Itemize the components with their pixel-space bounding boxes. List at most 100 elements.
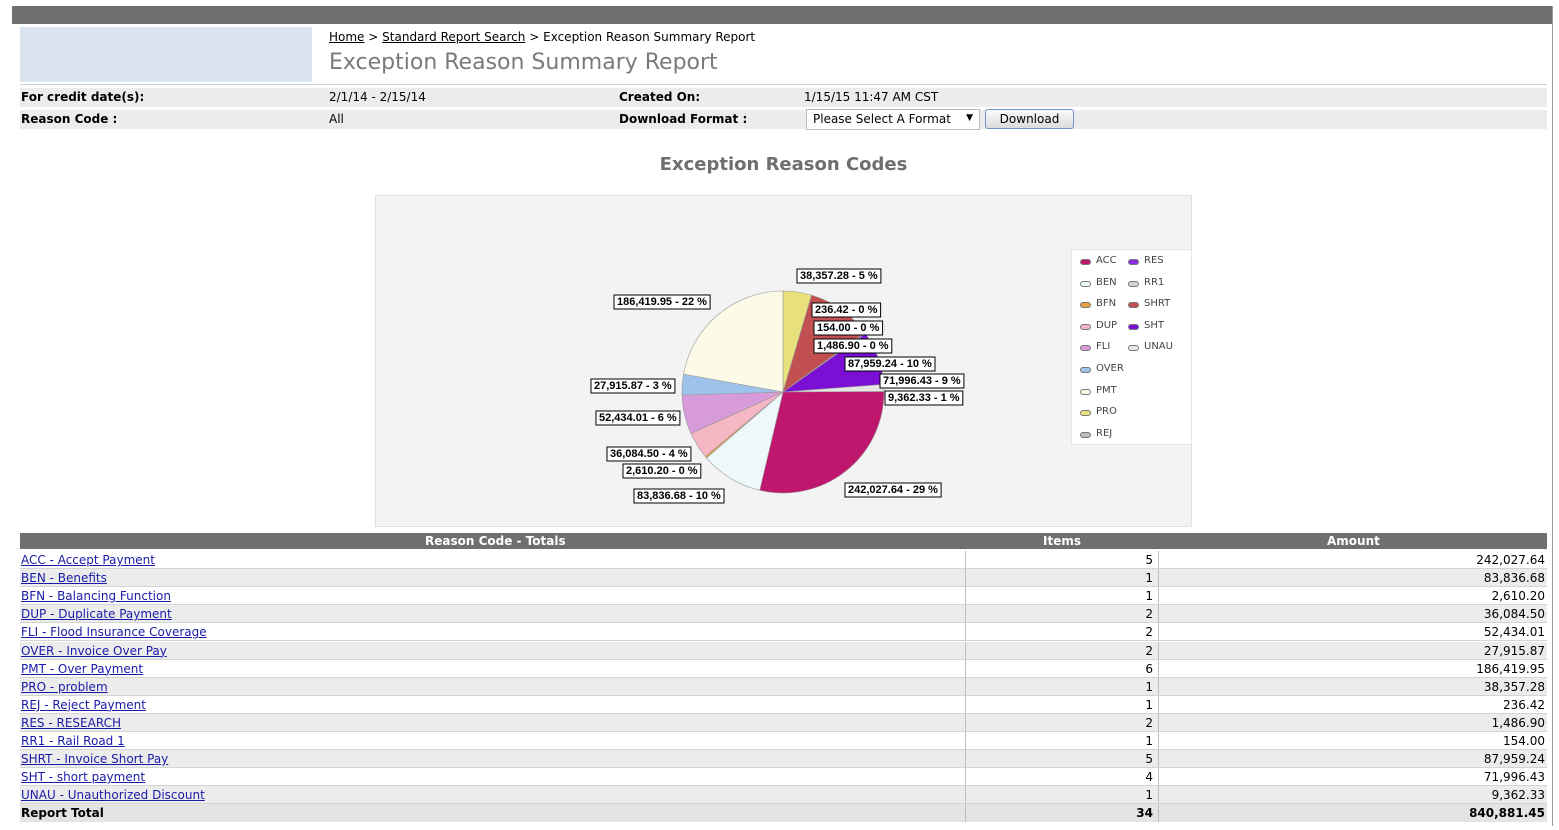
download-format-value: Please Select A Format xyxy=(813,112,951,126)
data-label-text: 52,434.01 - 6 % xyxy=(599,412,677,424)
legend-label: BFN xyxy=(1096,298,1117,310)
amount-cell: 36,084.50 xyxy=(1483,607,1545,622)
amount-cell: 9,362.33 xyxy=(1491,788,1545,803)
chart-legend: ACC BEN BFN DUP FLI OVER PMT PRO REJ RES RR1 SHRT SH… xyxy=(1071,249,1192,445)
table-row: RES - RESEARCH 2 1,486.90 xyxy=(20,713,1547,732)
data-label-acc: 242,027.64 - 29 % xyxy=(844,482,942,498)
data-label-unau: 9,362.33 - 1 % xyxy=(884,390,964,406)
reason-code-link[interactable]: REJ - Reject Payment xyxy=(21,698,146,712)
legend-swatch-icon xyxy=(1080,323,1091,330)
items-cell: 4 xyxy=(1145,770,1153,785)
info-row-reason: Reason Code : All Download Format : xyxy=(20,110,1547,129)
breadcrumb-home-link[interactable]: Home xyxy=(329,30,364,44)
table-row: PRO - problem 1 38,357.28 xyxy=(20,677,1547,696)
table-row: PMT - Over Payment 6 186,419.95 xyxy=(20,659,1547,678)
download-button[interactable]: Download xyxy=(985,109,1074,129)
amount-cell: 27,915.87 xyxy=(1483,643,1545,658)
reason-code-link[interactable]: PRO - problem xyxy=(21,680,108,694)
data-label-sht: 71,996.43 - 9 % xyxy=(879,373,965,389)
reason-code-link[interactable]: SHRT - Invoice Short Pay xyxy=(21,752,168,766)
table-row: BEN - Benefits 1 83,836.68 xyxy=(20,569,1547,588)
items-cell: 1 xyxy=(1145,734,1153,748)
data-label-text: 27,915.87 - 3 % xyxy=(594,380,672,392)
data-label-pro: 38,357.28 - 5 % xyxy=(796,268,882,284)
download-format-select[interactable]: Please Select A Format ▼ xyxy=(806,109,980,130)
reason-code-link[interactable]: RR1 - Rail Road 1 xyxy=(21,734,125,748)
legend-label: BEN xyxy=(1096,276,1117,288)
reason-code-link[interactable]: RES - RESEARCH xyxy=(21,716,121,730)
table-row: SHT - short payment 4 71,996.43 xyxy=(20,768,1547,787)
amount-cell: 154.00 xyxy=(1503,734,1545,748)
page-right-border xyxy=(1552,6,1553,826)
table-row: FLI - Flood Insurance Coverage 2 52,434.01 xyxy=(20,623,1547,642)
reason-code-link[interactable]: PMT - Over Payment xyxy=(21,662,143,676)
table-row: BFN - Balancing Function 1 2,610.20 xyxy=(20,587,1547,606)
chart-title: Exception Reason Codes xyxy=(659,154,908,175)
table-row: REJ - Reject Payment 1 236.42 xyxy=(20,695,1547,714)
breadcrumb-search-link[interactable]: Standard Report Search xyxy=(382,30,525,44)
data-label-pmt: 186,419.95 - 22 % xyxy=(613,294,711,310)
data-label-text: 2,610.20 - 0 % xyxy=(626,465,698,477)
reason-code-link[interactable]: ACC - Accept Payment xyxy=(21,553,155,567)
legend-swatch-icon xyxy=(1128,302,1139,309)
total-label: Report Total xyxy=(21,806,104,821)
legend-label: OVER xyxy=(1096,363,1124,374)
reason-code-link[interactable]: OVER - Invoice Over Pay xyxy=(21,644,167,658)
table-header: Reason Code - Totals Items Amount xyxy=(20,533,1547,549)
reason-code-link[interactable]: DUP - Duplicate Payment xyxy=(21,607,172,621)
legend-label: SHT xyxy=(1144,319,1164,331)
items-cell: 5 xyxy=(1145,553,1153,567)
page-title: Exception Reason Summary Report xyxy=(329,50,718,75)
breadcrumb: Home > Standard Report Search > Exceptio… xyxy=(329,30,755,44)
data-label-text: 154.00 - 0 % xyxy=(817,322,880,334)
credit-date-label: For credit date(s): xyxy=(21,90,145,104)
legend-swatch-icon xyxy=(1128,280,1139,287)
items-cell: 6 xyxy=(1145,661,1153,676)
download-format-label: Download Format : xyxy=(619,112,748,126)
reason-code-link[interactable]: FLI - Flood Insurance Coverage xyxy=(21,625,207,639)
legend-label: SHRT xyxy=(1144,298,1171,310)
reason-code-link[interactable]: BEN - Benefits xyxy=(21,571,107,585)
reason-code-value: All xyxy=(329,112,344,126)
pie-chart: 38,357.28 - 5 % 87,959.24 - 10 % 236.42 - … xyxy=(590,268,965,504)
amount-cell: 1,486.90 xyxy=(1491,715,1545,730)
reason-code-link[interactable]: SHT - short payment xyxy=(21,770,145,784)
header-items: Items xyxy=(1043,534,1081,548)
data-label-text: 9,362.33 - 1 % xyxy=(888,392,960,404)
table-row: RR1 - Rail Road 1 1 154.00 xyxy=(20,732,1547,750)
total-amount: 840,881.45 xyxy=(1469,806,1545,821)
amount-cell: 71,996.43 xyxy=(1483,770,1545,785)
reason-code-link[interactable]: BFN - Balancing Function xyxy=(21,589,171,603)
legend-label: DUP xyxy=(1096,319,1118,331)
items-cell: 2 xyxy=(1145,715,1153,730)
legend-label: RR1 xyxy=(1144,276,1165,288)
data-label-text: 236.42 - 0 % xyxy=(815,304,878,316)
items-cell: 1 xyxy=(1145,788,1153,803)
data-label-res: 1,486.90 - 0 % xyxy=(813,338,893,354)
legend-swatch-icon xyxy=(1080,345,1091,352)
data-label-text: 87,959.24 - 10 % xyxy=(848,358,932,370)
legend-swatch-icon xyxy=(1080,259,1091,265)
amount-cell: 38,357.28 xyxy=(1483,679,1545,694)
data-label-ben: 83,836.68 - 10 % xyxy=(633,488,725,504)
items-cell: 2 xyxy=(1145,643,1153,658)
legend-swatch-icon xyxy=(1080,431,1091,438)
data-label-rr1: 154.00 - 0 % xyxy=(813,320,884,336)
data-label-text: 1,486.90 - 0 % xyxy=(817,340,889,352)
created-on-value: 1/15/15 11:47 AM CST xyxy=(804,90,939,104)
breadcrumb-current: Exception Reason Summary Report xyxy=(543,30,756,44)
page-left-margin xyxy=(0,0,12,830)
table-row: OVER - Invoice Over Pay 2 27,915.87 xyxy=(20,641,1547,660)
legend-swatch-icon xyxy=(1080,388,1091,395)
breadcrumb-separator: > xyxy=(529,30,540,44)
reason-code-link[interactable]: UNAU - Unauthorized Discount xyxy=(21,788,205,802)
legend-label: RES xyxy=(1144,255,1164,266)
amount-cell: 236.42 xyxy=(1503,697,1545,712)
items-cell: 1 xyxy=(1145,679,1153,694)
legend-swatch-icon xyxy=(1080,280,1091,287)
data-label-rej: 236.42 - 0 % xyxy=(811,302,882,318)
header-amount: Amount xyxy=(1327,534,1380,548)
credit-date-value: 2/1/14 - 2/15/14 xyxy=(329,90,426,104)
legend-label: PMT xyxy=(1096,384,1117,396)
legend-swatch-icon xyxy=(1080,410,1091,417)
